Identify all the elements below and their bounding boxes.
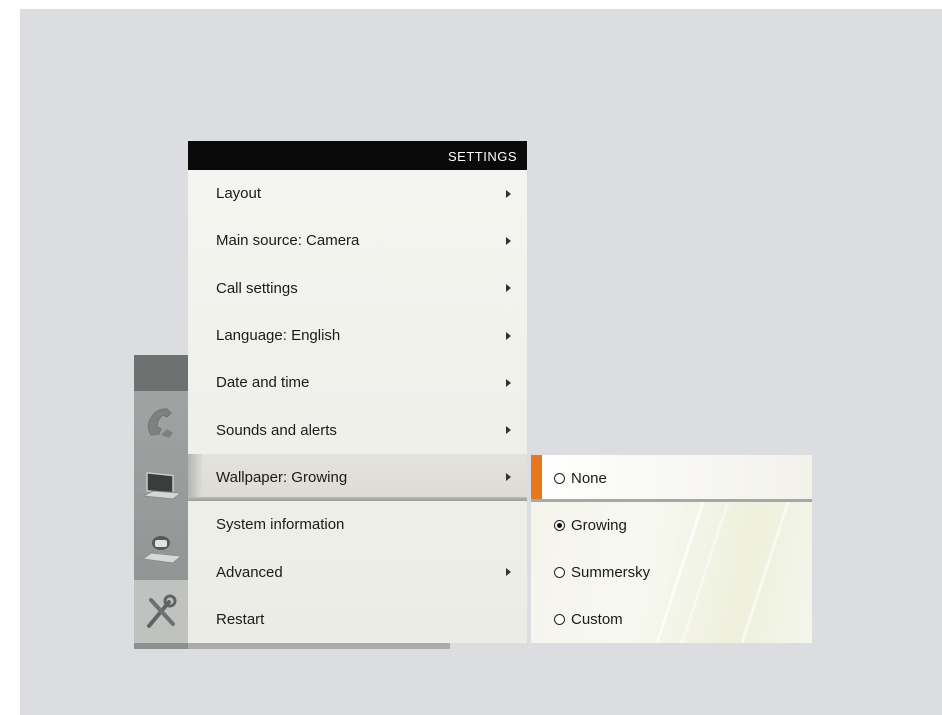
radio-button[interactable] xyxy=(554,520,565,531)
option-label: None xyxy=(571,470,607,487)
menu-item-label: Call settings xyxy=(216,279,298,297)
option-label: Custom xyxy=(571,611,623,628)
menu-item-language[interactable]: Language: English xyxy=(188,312,527,359)
menu-item-label: Sounds and alerts xyxy=(216,421,337,439)
chevron-right-icon xyxy=(506,236,511,245)
tools-icon xyxy=(147,594,177,628)
chevron-right-icon xyxy=(506,189,511,198)
option-label: Growing xyxy=(571,517,627,534)
wallpaper-option-summersky[interactable]: Summersky xyxy=(531,549,812,596)
dock xyxy=(134,391,188,649)
wallpaper-option-custom[interactable]: Custom xyxy=(531,596,812,643)
menu-item-label: Advanced xyxy=(216,563,283,581)
menu-item-date-time[interactable]: Date and time xyxy=(188,359,527,406)
menu-item-label: Wallpaper: Growing xyxy=(216,468,348,486)
option-label: Summersky xyxy=(571,564,651,581)
wallpaper-option-none[interactable]: None xyxy=(531,455,812,502)
chevron-right-icon xyxy=(506,284,511,293)
menu-item-sounds-alerts[interactable]: Sounds and alerts xyxy=(188,406,527,453)
focus-indicator xyxy=(531,455,542,499)
settings-title: SETTINGS xyxy=(188,141,527,170)
menu-bottom-bar xyxy=(188,643,450,649)
camera-button[interactable] xyxy=(134,517,188,580)
menu-item-layout[interactable]: Layout xyxy=(188,170,527,217)
radio-button[interactable] xyxy=(554,614,565,625)
menu-item-label: Date and time xyxy=(216,374,310,392)
menu-item-label: Layout xyxy=(216,185,262,203)
menu-item-label: Language: English xyxy=(216,327,341,345)
phone-icon xyxy=(147,407,173,438)
radio-button[interactable] xyxy=(554,567,565,578)
camera-icon xyxy=(141,535,183,564)
menu-item-wallpaper[interactable]: Wallpaper: Growing xyxy=(188,453,527,502)
dock-header xyxy=(134,355,188,391)
menu-item-restart[interactable]: Restart xyxy=(188,596,527,643)
laptop-icon xyxy=(141,471,183,500)
call-button[interactable] xyxy=(134,391,188,454)
chevron-right-icon xyxy=(506,426,511,435)
radio-button[interactable] xyxy=(554,473,565,484)
chevron-right-icon xyxy=(506,568,511,577)
chevron-right-icon xyxy=(506,378,511,387)
settings-button[interactable] xyxy=(134,580,188,643)
menu-item-label: Restart xyxy=(216,610,265,628)
menu-item-call-settings[interactable]: Call settings xyxy=(188,265,527,312)
menu-item-label: System information xyxy=(216,516,345,534)
menu-item-system-information[interactable]: System information xyxy=(188,501,527,548)
menu-item-main-source[interactable]: Main source: Camera xyxy=(188,217,527,264)
menu-item-label: Main source: Camera xyxy=(216,232,360,250)
chevron-right-icon xyxy=(506,331,511,340)
presentation-button[interactable] xyxy=(134,454,188,517)
wallpaper-option-growing[interactable]: Growing xyxy=(531,502,812,549)
menu-item-advanced[interactable]: Advanced xyxy=(188,548,527,595)
settings-menu: SETTINGS Layout Main source: Camera Call… xyxy=(188,141,527,643)
wallpaper-submenu: None Growing Summersky Custom xyxy=(531,455,812,643)
chevron-right-icon xyxy=(506,473,511,482)
